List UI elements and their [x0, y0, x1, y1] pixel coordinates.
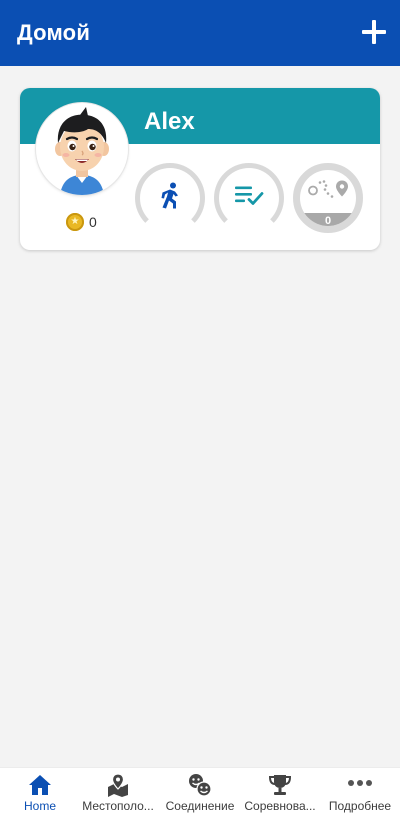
nav-item-connection[interactable]: Соединение — [160, 768, 240, 814]
nav-label-more: Подробнее — [328, 799, 392, 813]
coin-count: 0 — [89, 214, 97, 230]
steps-ring[interactable] — [135, 163, 205, 233]
route-pin-icon — [308, 179, 348, 206]
nav-item-competitions[interactable]: Соревнова... — [240, 768, 320, 814]
app-bar: Домой — [0, 0, 400, 66]
nav-label-location: Местополо... — [82, 799, 154, 813]
route-count-badge: 0 — [300, 213, 356, 226]
page-title: Домой — [17, 20, 91, 45]
nav-item-home[interactable]: Home — [0, 768, 80, 814]
tasks-ring[interactable] — [214, 163, 284, 233]
map-pin-icon — [105, 773, 131, 797]
route-ring-inner: 0 — [300, 170, 356, 226]
nav-label-home: Home — [23, 799, 56, 813]
running-icon — [157, 182, 183, 215]
route-ring[interactable]: 0 — [293, 163, 363, 233]
chat-faces-icon — [187, 773, 213, 797]
checklist-icon — [234, 185, 264, 212]
add-button[interactable] — [358, 17, 390, 49]
more-dots-icon — [347, 773, 373, 797]
nav-label-competitions: Соревнова... — [244, 799, 316, 813]
home-icon — [27, 773, 53, 797]
nav-item-more[interactable]: Подробнее — [320, 768, 400, 814]
nav-label-connection: Соединение — [165, 799, 235, 813]
profile-name: Alex — [144, 108, 195, 135]
coin-balance: ★ 0 — [66, 212, 97, 232]
coin-icon: ★ — [66, 213, 84, 231]
bottom-nav: Home Местополо... Соединение Соревнова..… — [0, 767, 400, 814]
profile-card[interactable]: Alex ★ 0 0 — [20, 88, 380, 250]
trophy-icon — [267, 773, 293, 797]
nav-item-location[interactable]: Местополо... — [78, 768, 158, 814]
avatar[interactable] — [36, 103, 128, 195]
boy-avatar-icon — [55, 107, 109, 195]
